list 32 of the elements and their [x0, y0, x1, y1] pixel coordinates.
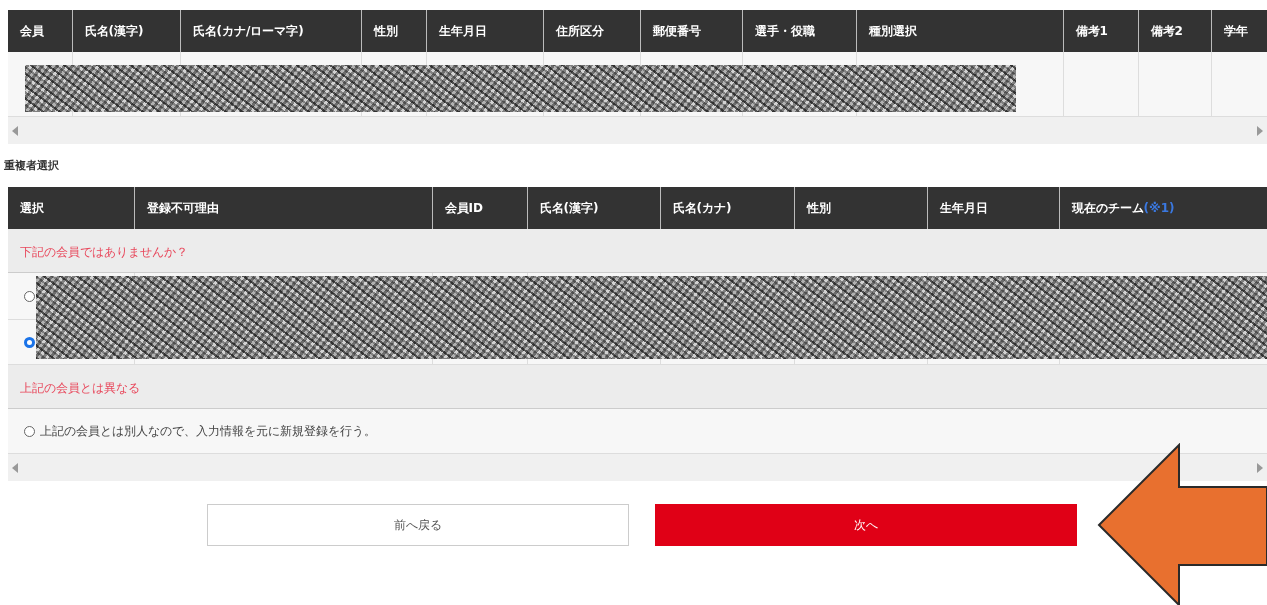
column-header: 備考2 [1138, 10, 1211, 52]
scroll-left-icon[interactable] [12, 462, 18, 473]
column-header: 登録不可理由 [134, 187, 432, 229]
column-header: 備考1 [1063, 10, 1138, 52]
column-header: 性別 [361, 10, 426, 52]
column-header: 会員ID [432, 187, 527, 229]
column-header: 氏名(カナ/ローマ字) [180, 10, 361, 52]
scroll-right-icon[interactable] [1257, 125, 1263, 136]
column-header: 郵便番号 [640, 10, 742, 52]
back-button[interactable]: 前へ戻る [207, 504, 629, 546]
next-button[interactable]: 次へ [655, 504, 1077, 546]
group-heading: 下記の会員ではありませんか？ [20, 244, 188, 259]
group-heading: 上記の会員とは異なる [20, 380, 140, 395]
column-header: 選択 [8, 187, 134, 229]
column-header: 生年月日 [927, 187, 1059, 229]
column-header: 生年月日 [426, 10, 543, 52]
column-header: 氏名(漢字) [72, 10, 180, 52]
column-header: 住所区分 [543, 10, 640, 52]
scroll-left-icon[interactable] [12, 125, 18, 136]
column-header: 性別 [794, 187, 927, 229]
scroll-right-icon[interactable] [1257, 462, 1263, 473]
radio-button[interactable] [24, 290, 35, 302]
column-header: 会員 [8, 10, 72, 52]
column-header: 氏名(漢字) [527, 187, 660, 229]
option-label[interactable]: 上記の会員とは別人なので、入力情報を元に新規登録を行う。 [40, 422, 376, 440]
column-header: 現在のチーム(※1) [1059, 187, 1267, 229]
column-header: 種別選択 [856, 10, 1063, 52]
column-header: 氏名(カナ) [660, 187, 794, 229]
section-title: 重複者選択 [4, 158, 60, 173]
column-header: 選手・役職 [742, 10, 856, 52]
column-header: 学年 [1211, 10, 1267, 52]
radio-button[interactable] [24, 425, 35, 437]
